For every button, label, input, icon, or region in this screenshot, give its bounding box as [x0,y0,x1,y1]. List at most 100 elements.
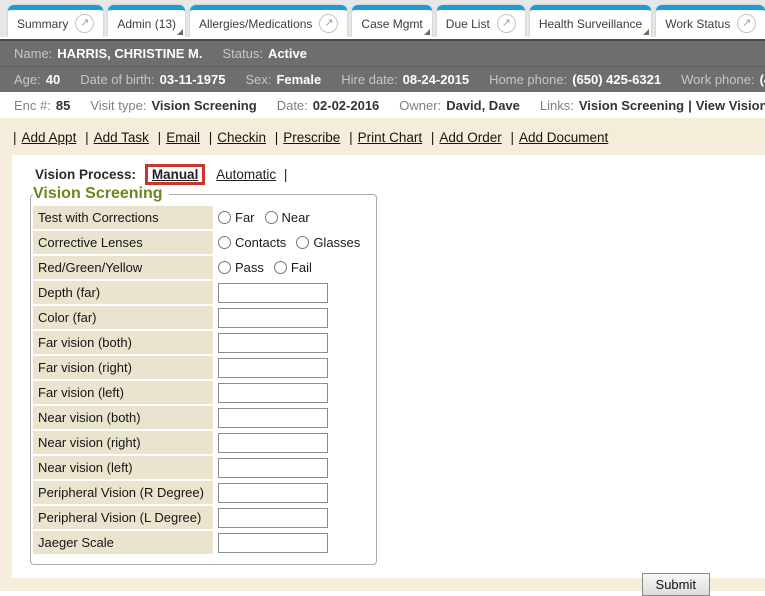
action-links-row: | Add Appt | Add Task | Email | Checkin | Pre… [0,118,765,155]
external-link-icon[interactable]: ↗ [497,14,516,33]
form-row: Depth (far) [33,281,370,304]
patient-demographics-bar: Age:40 Date of birth:03-11-1975 Sex:Fema… [0,66,765,92]
form-legend: Vision Screening [33,185,169,203]
vision-process-manual-link[interactable]: Manual [152,167,199,182]
tab-label: Case Mgmt [361,17,422,31]
peripheral-vision-l-input[interactable] [218,508,328,528]
form-row: Peripheral Vision (L Degree) [33,506,370,529]
add-task-link[interactable]: Add Task [94,130,149,145]
radio-pass-input[interactable] [218,261,231,274]
tab-case-mgmt[interactable]: Case Mgmt [352,5,431,37]
checkin-link[interactable]: Checkin [217,130,266,145]
sex-field: Sex:Female [245,72,321,87]
tab-label: Due List [446,17,490,31]
form-row: Corrective Lenses Contacts Glasses [33,231,370,254]
add-appt-link[interactable]: Add Appt [22,130,77,145]
form-row: Test with Corrections Far Near [33,206,370,229]
separator: | [431,130,435,145]
links-field: Links:Vision Screening|View Vision Scree… [540,98,765,113]
peripheral-vision-r-input[interactable] [218,483,328,503]
radio-fail-input[interactable] [274,261,287,274]
near-vision-right-input[interactable] [218,433,328,453]
row-field [213,283,328,303]
separator: | [209,130,213,145]
external-link-icon[interactable]: ↗ [737,14,756,33]
row-label: Depth (far) [33,281,213,304]
row-field [213,483,328,503]
radio-near[interactable]: Near [265,210,310,225]
row-field [213,433,328,453]
external-link-icon[interactable]: ↗ [319,14,338,33]
add-document-link[interactable]: Add Document [519,130,608,145]
color-far-input[interactable] [218,308,328,328]
tab-label: Health Surveillance [539,17,642,31]
tab-work-status[interactable]: Work Status ↗ [656,5,765,37]
tab-summary[interactable]: Summary ↗ [8,5,103,37]
radio-glasses-input[interactable] [296,236,309,249]
prescribe-link[interactable]: Prescribe [283,130,340,145]
far-vision-both-input[interactable] [218,333,328,353]
email-link[interactable]: Email [166,130,200,145]
vision-process-row: Vision Process: Manual Automatic | [35,164,765,185]
content-background: | Add Appt | Add Task | Email | Checkin | Pre… [0,118,765,591]
age-field: Age:40 [14,72,60,87]
vision-process-automatic-link[interactable]: Automatic [216,167,276,182]
radio-glasses[interactable]: Glasses [296,235,360,250]
work-phone-field: Work phone:(407) 939 [681,72,765,87]
separator: | [13,130,17,145]
radio-fail[interactable]: Fail [274,260,312,275]
radio-far-input[interactable] [218,211,231,224]
external-link-icon[interactable]: ↗ [75,14,94,33]
submit-button[interactable]: Submit [642,573,710,596]
hire-date-field: Hire date:08-24-2015 [341,72,469,87]
far-vision-left-input[interactable] [218,383,328,403]
row-label: Color (far) [33,306,213,329]
form-row: Near vision (both) [33,406,370,429]
add-order-link[interactable]: Add Order [439,130,501,145]
radio-contacts-input[interactable] [218,236,231,249]
far-vision-right-input[interactable] [218,358,328,378]
link-vision-screening[interactable]: Vision Screening [579,98,684,113]
near-vision-left-input[interactable] [218,458,328,478]
radio-near-input[interactable] [265,211,278,224]
near-vision-both-input[interactable] [218,408,328,428]
home-phone-field: Home phone:(650) 425-6321 [489,72,661,87]
depth-far-input[interactable] [218,283,328,303]
dropdown-corner-icon [424,29,430,35]
radio-far[interactable]: Far [218,210,255,225]
form-row: Red/Green/Yellow Pass Fail [33,256,370,279]
separator: | [85,130,89,145]
row-field [213,508,328,528]
print-chart-link[interactable]: Print Chart [358,130,423,145]
row-label: Red/Green/Yellow [33,256,213,279]
vision-screening-form: Vision Screening Test with Corrections F… [30,185,377,565]
row-field [213,308,328,328]
radio-pass[interactable]: Pass [218,260,264,275]
visit-date-field: Date:02-02-2016 [277,98,380,113]
dropdown-corner-icon [643,29,649,35]
content-panel: Vision Process: Manual Automatic | Visio… [12,155,765,578]
vision-process-label: Vision Process: [35,167,136,182]
separator: | [158,130,162,145]
radio-contacts[interactable]: Contacts [218,235,286,250]
form-row: Jaeger Scale [33,531,370,554]
row-field [213,333,328,353]
row-label: Far vision (both) [33,331,213,354]
separator: | [284,167,288,182]
dob-field: Date of birth:03-11-1975 [80,72,225,87]
name-field: Name:HARRIS, CHRISTINE M. [14,46,202,61]
row-field [213,533,328,553]
tab-label: Admin (13) [117,17,176,31]
row-field [213,383,328,403]
jaeger-scale-input[interactable] [218,533,328,553]
tab-admin[interactable]: Admin (13) [108,5,185,37]
row-field: Contacts Glasses [213,235,370,250]
separator: | [275,130,279,145]
tab-allergies-medications[interactable]: Allergies/Medications ↗ [190,5,347,37]
patient-name-bar: Name:HARRIS, CHRISTINE M. Status:Active [0,39,765,66]
tab-health-surveillance[interactable]: Health Surveillance [530,5,651,37]
link-view-vision-screening[interactable]: View Vision Screening [696,98,765,113]
tab-due-list[interactable]: Due List ↗ [437,5,525,37]
tab-bar: Summary ↗ Admin (13) Allergies/Medicatio… [0,0,765,37]
row-label: Near vision (both) [33,406,213,429]
